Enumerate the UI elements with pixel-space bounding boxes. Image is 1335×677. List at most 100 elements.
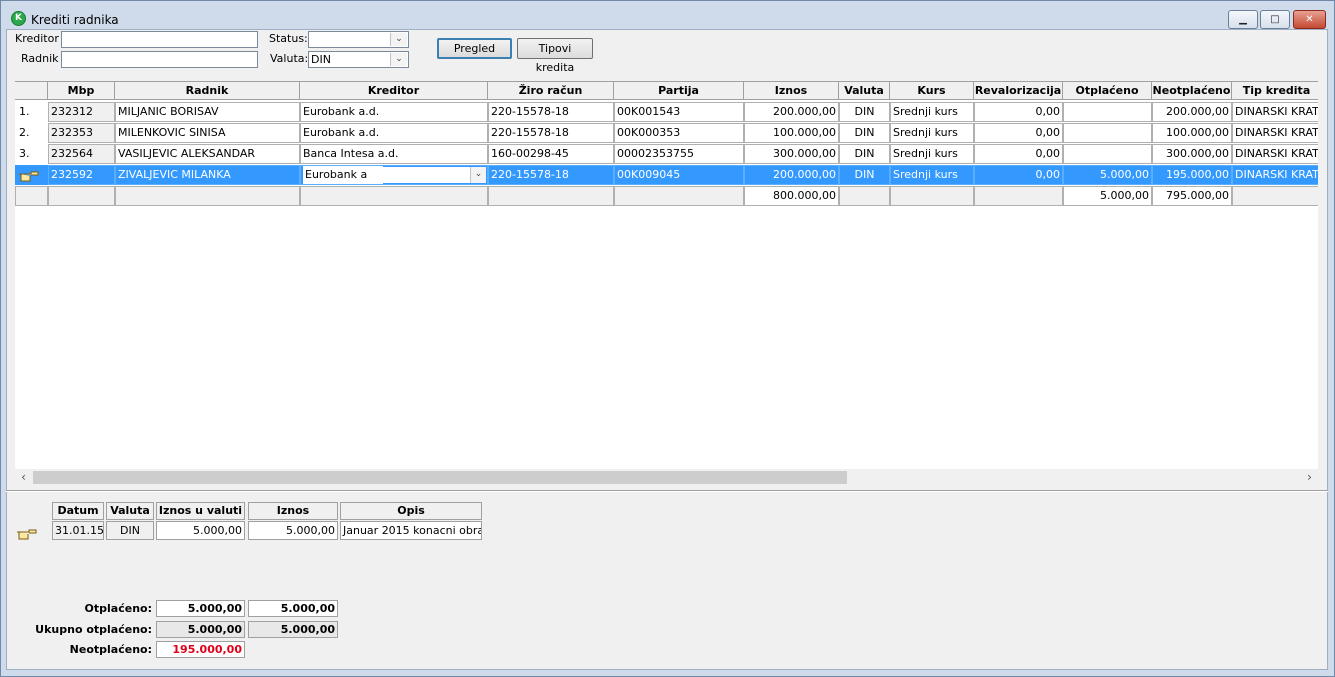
kurs-cell[interactable]: Srednji kurs: [890, 144, 974, 164]
horizontal-scrollbar[interactable]: ‹ ›: [15, 469, 1318, 486]
revalorizacija-cell[interactable]: 0,00: [974, 102, 1063, 122]
column-header-partija[interactable]: Partija: [614, 82, 744, 100]
panel-divider[interactable]: [6, 490, 1328, 492]
chevron-down-icon[interactable]: ⌄: [390, 33, 407, 46]
iznos-cell[interactable]: 200.000,00: [744, 165, 839, 185]
column-header-kreditor[interactable]: Kreditor: [300, 82, 488, 100]
iznos-cell[interactable]: 100.000,00: [744, 123, 839, 143]
valuta-cell[interactable]: DIN: [839, 102, 890, 122]
detail-iznos-cell[interactable]: 5.000,00: [248, 521, 338, 540]
ukupno-otplaceno-label: Ukupno otplaćeno:: [35, 623, 152, 636]
iznos-cell[interactable]: 300.000,00: [744, 144, 839, 164]
detail-header-opis[interactable]: Opis: [340, 502, 482, 520]
totals-blank: [839, 186, 890, 206]
column-header-neotplaceno[interactable]: Neotplaćeno: [1152, 82, 1232, 100]
minimize-button[interactable]: ▁: [1228, 10, 1258, 29]
kreditor-cell[interactable]: Banca Intesa a.d.: [300, 144, 488, 164]
iznos-cell[interactable]: 200.000,00: [744, 102, 839, 122]
kreditor-cell[interactable]: Eurobank a.d.: [300, 102, 488, 122]
otplaceno-cell[interactable]: [1063, 102, 1152, 122]
radnik-cell[interactable]: MILENKOVIC SINISA: [115, 123, 300, 143]
tip-kredita-cell[interactable]: DINARSKI KRATKO: [1232, 144, 1318, 164]
kreditor-editor-field[interactable]: [367, 167, 470, 183]
totals-blank: [48, 186, 115, 206]
kurs-cell[interactable]: Srednji kurs: [890, 102, 974, 122]
valuta-cell[interactable]: DIN: [839, 144, 890, 164]
totals-blank: [614, 186, 744, 206]
column-header-radnik[interactable]: Radnik: [115, 82, 300, 100]
otplaceno-cell[interactable]: 5.000,00: [1063, 165, 1152, 185]
neotplaceno-cell[interactable]: 195.000,00: [1152, 165, 1232, 185]
scroll-left-icon[interactable]: ‹: [15, 469, 32, 486]
column-header-tip-kredita[interactable]: Tip kredita: [1232, 82, 1318, 100]
valuta-select[interactable]: DIN ⌄: [308, 51, 409, 68]
partija-cell[interactable]: 00K009045: [614, 165, 744, 185]
ziro-racun-cell[interactable]: 220-15578-18: [488, 102, 614, 122]
totals-blank: [15, 186, 48, 206]
total-neotplaceno: 795.000,00: [1152, 186, 1232, 206]
column-header-ziro-racun[interactable]: Žiro račun: [488, 82, 614, 100]
column-header-mbp[interactable]: Mbp: [48, 82, 115, 100]
revalorizacija-cell[interactable]: 0,00: [974, 123, 1063, 143]
totals-blank: [300, 186, 488, 206]
detail-header-iznos-u-valuti[interactable]: Iznos u valuti: [156, 502, 245, 520]
detail-header-iznos[interactable]: Iznos: [248, 502, 338, 520]
kurs-cell[interactable]: Srednji kurs: [890, 123, 974, 143]
kurs-cell[interactable]: Srednji kurs: [890, 165, 974, 185]
radnik-input[interactable]: [61, 51, 258, 68]
valuta-cell[interactable]: DIN: [839, 165, 890, 185]
totals-blank: [115, 186, 300, 206]
column-header-kurs[interactable]: Kurs: [890, 82, 974, 100]
total-otplaceno: 5.000,00: [1063, 186, 1152, 206]
column-header-iznos[interactable]: Iznos: [744, 82, 839, 100]
detail-header-datum[interactable]: Datum: [52, 502, 104, 520]
kreditor-cell[interactable]: Eurobank a.d.: [300, 123, 488, 143]
totals-blank: [488, 186, 614, 206]
valuta-cell[interactable]: DIN: [839, 123, 890, 143]
partija-cell[interactable]: 00K001543: [614, 102, 744, 122]
revalorizacija-cell[interactable]: 0,00: [974, 165, 1063, 185]
detail-opis-cell[interactable]: Januar 2015 konacni obracun: [340, 521, 482, 540]
scroll-right-icon[interactable]: ›: [1301, 469, 1318, 486]
radnik-cell[interactable]: VASILJEVIC ALEKSANDAR: [115, 144, 300, 164]
pregled-button[interactable]: Pregled: [437, 38, 512, 59]
column-header-valuta[interactable]: Valuta: [839, 82, 890, 100]
tip-kredita-cell[interactable]: DINARSKI KRATKO: [1232, 123, 1318, 143]
ziro-racun-cell[interactable]: 160-00298-45: [488, 144, 614, 164]
neotplaceno-cell[interactable]: 200.000,00: [1152, 102, 1232, 122]
revalorizacija-cell[interactable]: 0,00: [974, 144, 1063, 164]
detail-iznos-u-valuti-cell[interactable]: 5.000,00: [156, 521, 245, 540]
chevron-down-icon[interactable]: ⌄: [470, 167, 486, 183]
status-select[interactable]: ⌄: [308, 31, 409, 48]
partija-cell[interactable]: 00K000353: [614, 123, 744, 143]
totals-blank: [890, 186, 974, 206]
otplaceno-cell[interactable]: [1063, 123, 1152, 143]
detail-header-valuta[interactable]: Valuta: [106, 502, 154, 520]
valuta-value: DIN: [311, 53, 331, 66]
chevron-down-icon[interactable]: ⌄: [390, 53, 407, 66]
column-header-otplaceno[interactable]: Otplaćeno: [1063, 82, 1152, 100]
ziro-racun-cell[interactable]: 220-15578-18: [488, 123, 614, 143]
title-bar[interactable]: K Krediti radnika ▁ □ ✕: [1, 1, 1334, 29]
scroll-thumb[interactable]: [33, 471, 847, 484]
neotplaceno-cell[interactable]: 300.000,00: [1152, 144, 1232, 164]
radnik-cell[interactable]: MILJANIC BORISAV: [115, 102, 300, 122]
partija-cell[interactable]: 00002353755: [614, 144, 744, 164]
kreditor-input[interactable]: [61, 31, 258, 48]
column-header-revalorizacija[interactable]: Revalorizacija: [974, 82, 1063, 100]
otplaceno-cell[interactable]: [1063, 144, 1152, 164]
row-number: 3.: [15, 144, 48, 164]
maximize-button[interactable]: □: [1260, 10, 1290, 29]
neotplaceno-cell[interactable]: 100.000,00: [1152, 123, 1232, 143]
close-button[interactable]: ✕: [1293, 10, 1326, 29]
app-icon: K: [11, 11, 26, 26]
valuta-label: Valuta:: [270, 52, 309, 65]
radnik-cell[interactable]: ZIVALJEVIC MILANKA: [115, 165, 300, 185]
ukupno-otplaceno-value-2: 5.000,00: [248, 621, 338, 638]
ziro-racun-cell[interactable]: 220-15578-18: [488, 165, 614, 185]
pointing-hand-icon: [19, 171, 39, 182]
tipovi-kredita-button[interactable]: Tipovi kredita: [517, 38, 593, 74]
tip-kredita-cell[interactable]: DINARSKI KRATKO: [1232, 102, 1318, 122]
credits-grid[interactable]: Mbp Radnik Kreditor Žiro račun Partija I…: [15, 81, 1318, 469]
tip-kredita-cell[interactable]: DINARSKI KRATKO: [1232, 165, 1318, 185]
